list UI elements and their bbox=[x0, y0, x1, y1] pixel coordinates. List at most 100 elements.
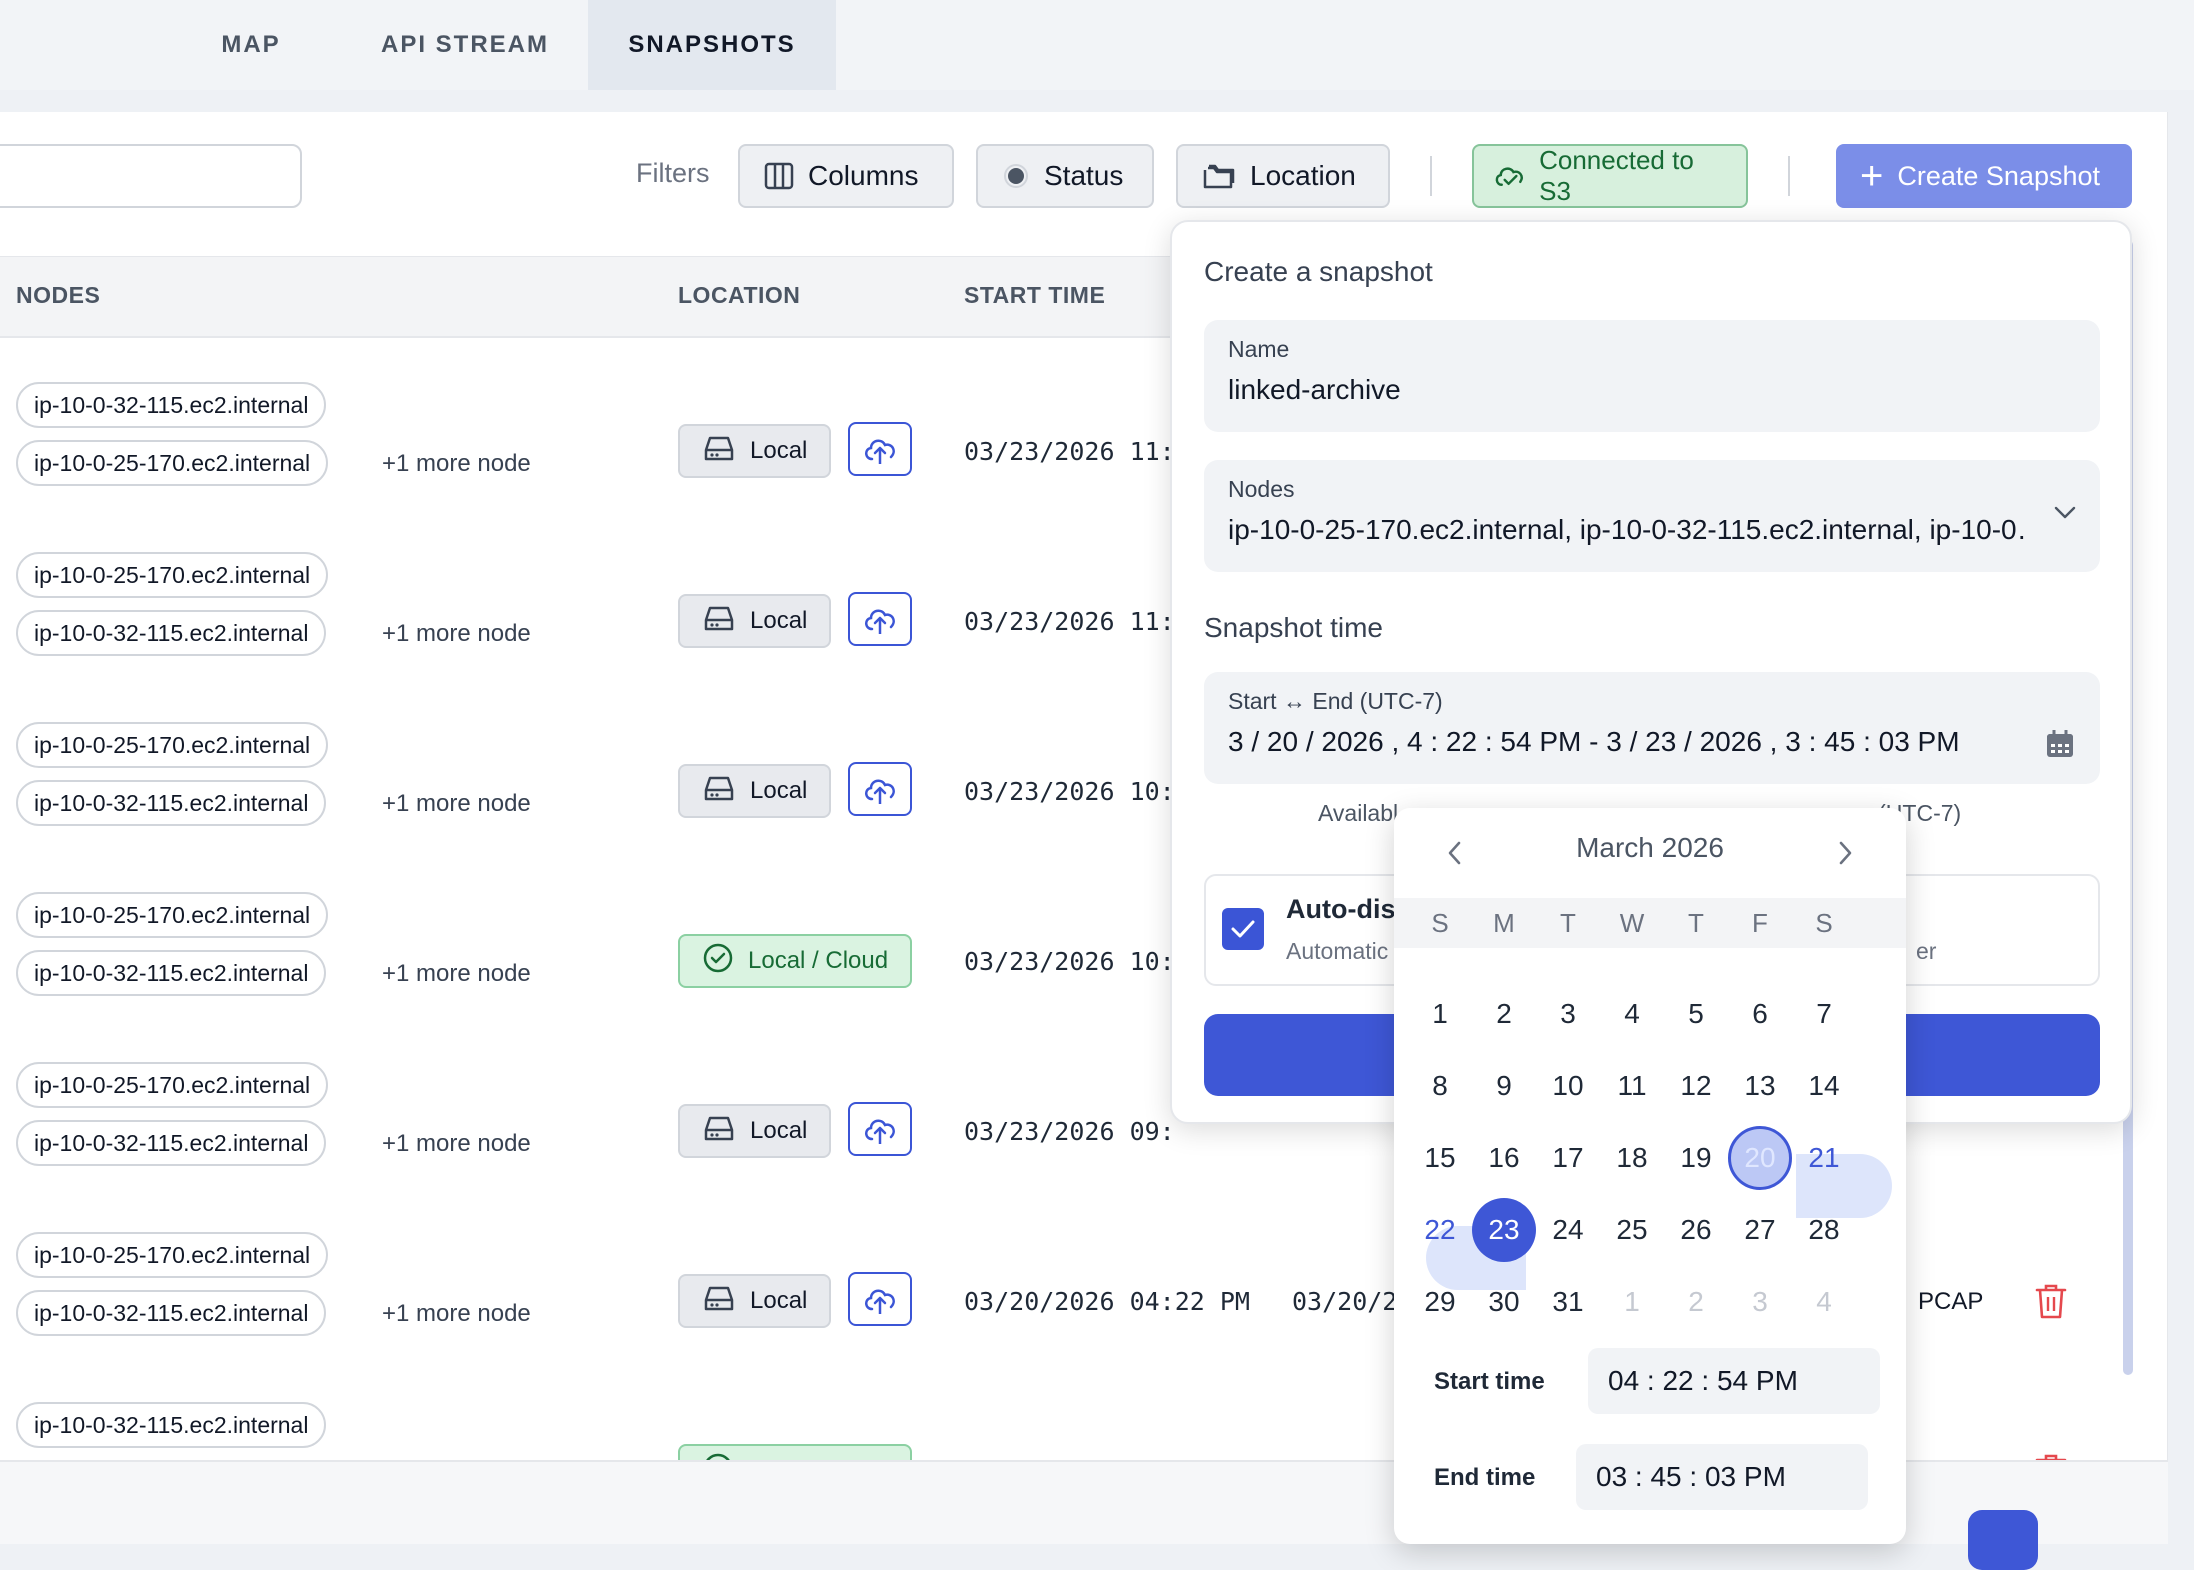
weekday-label: S bbox=[1815, 908, 1833, 938]
more-nodes-link[interactable]: +1 more node bbox=[382, 1130, 531, 1158]
calendar-icon[interactable] bbox=[2044, 728, 2076, 760]
node-chip[interactable]: ip-10-0-32-115.ec2.internal bbox=[16, 950, 327, 996]
calendar-day[interactable]: 18 bbox=[1600, 1126, 1664, 1190]
start-time-cell: 03/23/2026 09: bbox=[964, 1117, 1175, 1146]
calendar-day[interactable]: 4 bbox=[1792, 1270, 1856, 1334]
calendar-day[interactable]: 29 bbox=[1408, 1270, 1472, 1334]
weekday-label: T bbox=[1560, 908, 1576, 938]
calendar-day[interactable]: 17 bbox=[1536, 1126, 1600, 1190]
node-chip[interactable]: ip-10-0-25-170.ec2.internal bbox=[16, 1062, 329, 1108]
more-nodes-link[interactable]: +1 more node bbox=[382, 790, 531, 818]
more-nodes-link[interactable]: +1 more node bbox=[382, 960, 531, 988]
node-chip[interactable]: ip-10-0-32-115.ec2.internal bbox=[16, 1120, 327, 1166]
calendar-day[interactable]: 1 bbox=[1600, 1270, 1664, 1334]
start-time-label: Start time bbox=[1434, 1368, 1545, 1395]
calendar-day[interactable]: 24 bbox=[1536, 1198, 1600, 1262]
weekday-label: W bbox=[1619, 908, 1645, 938]
delete-icon[interactable] bbox=[2034, 1282, 2068, 1320]
start-time-cell: 03/23/2026 10: bbox=[964, 777, 1175, 806]
chevron-down-icon[interactable] bbox=[2054, 506, 2076, 520]
calendar-day[interactable]: 27 bbox=[1728, 1198, 1792, 1262]
calendar-day[interactable]: 10 bbox=[1536, 1054, 1600, 1118]
calendar-day[interactable]: 4 bbox=[1600, 982, 1664, 1046]
weekday-label: T bbox=[1688, 908, 1704, 938]
name-field[interactable]: Name linked-archive bbox=[1204, 320, 2100, 432]
start-time-cell: 03/20/2026 04:22 PM bbox=[964, 1287, 1250, 1316]
date-range-field[interactable]: Start ↔ End (UTC-7) 3 / 20 / 2026 , 4 : … bbox=[1204, 672, 2100, 784]
node-chip[interactable]: ip-10-0-25-170.ec2.internal bbox=[16, 1232, 329, 1278]
hard-drive-icon bbox=[702, 604, 736, 639]
calendar-day[interactable]: 26 bbox=[1664, 1198, 1728, 1262]
calendar-day[interactable]: 25 bbox=[1600, 1198, 1664, 1262]
calendar-day[interactable]: 30 bbox=[1472, 1270, 1536, 1334]
cloud-upload-icon bbox=[865, 1119, 895, 1144]
hard-drive-icon bbox=[702, 434, 736, 469]
date-range-label: Start ↔ End (UTC-7) bbox=[1228, 688, 1443, 714]
upload-to-cloud-button[interactable] bbox=[848, 422, 912, 476]
location-badge: Local / Cloud bbox=[678, 934, 913, 988]
node-chip[interactable]: ip-10-0-25-170.ec2.internal bbox=[16, 440, 329, 486]
name-input[interactable]: linked-archive bbox=[1228, 374, 1401, 406]
upload-to-cloud-button[interactable] bbox=[848, 762, 912, 816]
upload-to-cloud-button[interactable] bbox=[848, 592, 912, 646]
calendar-day[interactable]: 5 bbox=[1664, 982, 1728, 1046]
upload-to-cloud-button[interactable] bbox=[848, 1102, 912, 1156]
location-label: Local bbox=[750, 607, 808, 634]
calendar-day[interactable]: 13 bbox=[1728, 1054, 1792, 1118]
calendar-day[interactable]: 31 bbox=[1536, 1270, 1600, 1334]
calendar-day[interactable]: 3 bbox=[1728, 1270, 1792, 1334]
start-time-input[interactable]: 04 : 22 : 54 PM bbox=[1588, 1348, 1880, 1414]
start-time-cell: 03/23/2026 10: bbox=[964, 947, 1175, 976]
end-time-input[interactable]: 03 : 45 : 03 PM bbox=[1576, 1444, 1868, 1510]
node-chip[interactable]: ip-10-0-32-115.ec2.internal bbox=[16, 382, 327, 428]
nodes-select[interactable]: Nodes ip-10-0-25-170.ec2.internal, ip-10… bbox=[1204, 460, 2100, 572]
capture-type-cell: PCAP bbox=[1918, 1288, 1984, 1315]
calendar-day[interactable]: 16 bbox=[1472, 1126, 1536, 1190]
calendar-day[interactable]: 14 bbox=[1792, 1054, 1856, 1118]
location-label: Local bbox=[750, 777, 808, 804]
calendar-day[interactable]: 1 bbox=[1408, 982, 1472, 1046]
more-nodes-link[interactable]: +1 more node bbox=[382, 1300, 531, 1328]
node-chip[interactable]: ip-10-0-32-115.ec2.internal bbox=[16, 610, 327, 656]
check-icon bbox=[1231, 920, 1255, 938]
calendar-day[interactable]: 12 bbox=[1664, 1054, 1728, 1118]
location-label: Local bbox=[750, 437, 808, 464]
auto-dissect-checkbox[interactable] bbox=[1222, 908, 1264, 950]
calendar-day[interactable]: 6 bbox=[1728, 982, 1792, 1046]
start-time-cell: 03/23/2026 11: bbox=[964, 437, 1175, 466]
calendar-day[interactable]: 2 bbox=[1664, 1270, 1728, 1334]
calendar-day[interactable]: 8 bbox=[1408, 1054, 1472, 1118]
node-chip[interactable]: ip-10-0-32-115.ec2.internal bbox=[16, 1402, 327, 1448]
calendar-day[interactable]: 3 bbox=[1536, 982, 1600, 1046]
calendar-day[interactable]: 7 bbox=[1792, 982, 1856, 1046]
node-chip[interactable]: ip-10-0-25-170.ec2.internal bbox=[16, 892, 329, 938]
end-time-label: End time bbox=[1434, 1464, 1536, 1491]
delete-icon[interactable] bbox=[2034, 1452, 2068, 1460]
calendar-day[interactable]: 9 bbox=[1472, 1054, 1536, 1118]
calendar-day[interactable]: 20 bbox=[1728, 1126, 1792, 1190]
nodes-value: ip-10-0-25-170.ec2.internal, ip-10-0-32-… bbox=[1228, 514, 2028, 545]
popover-title: Create a snapshot bbox=[1204, 256, 1433, 287]
node-chip[interactable]: ip-10-0-25-170.ec2.internal bbox=[16, 552, 329, 598]
calendar-day[interactable]: 22 bbox=[1408, 1198, 1472, 1262]
location-badge: Local bbox=[678, 764, 832, 818]
more-nodes-link[interactable]: +1 more node bbox=[382, 620, 531, 648]
calendar-day[interactable]: 28 bbox=[1792, 1198, 1856, 1262]
weekday-label: F bbox=[1752, 908, 1768, 938]
date-range-value[interactable]: 3 / 20 / 2026 , 4 : 22 : 54 PM - 3 / 23 … bbox=[1228, 726, 1960, 758]
calendar-day[interactable]: 23 bbox=[1472, 1198, 1536, 1262]
calendar-day[interactable]: 15 bbox=[1408, 1126, 1472, 1190]
upload-to-cloud-button[interactable] bbox=[848, 1272, 912, 1326]
node-chip[interactable]: ip-10-0-32-115.ec2.internal bbox=[16, 1290, 327, 1336]
calendar-day[interactable]: 19 bbox=[1664, 1126, 1728, 1190]
node-chip[interactable]: ip-10-0-25-170.ec2.internal bbox=[16, 722, 329, 768]
chevron-right-icon[interactable] bbox=[1830, 838, 1860, 868]
location-badge: Local / Cloud bbox=[678, 1444, 913, 1460]
node-chip[interactable]: ip-10-0-32-115.ec2.internal bbox=[16, 780, 327, 826]
auto-dissect-subtitle: Automatic bbox=[1286, 938, 1389, 964]
calendar-day[interactable]: 11 bbox=[1600, 1054, 1664, 1118]
page-1-button[interactable] bbox=[1968, 1510, 2038, 1570]
more-nodes-link[interactable]: +1 more node bbox=[382, 450, 531, 478]
calendar-day[interactable]: 21 bbox=[1792, 1126, 1856, 1190]
calendar-day[interactable]: 2 bbox=[1472, 982, 1536, 1046]
